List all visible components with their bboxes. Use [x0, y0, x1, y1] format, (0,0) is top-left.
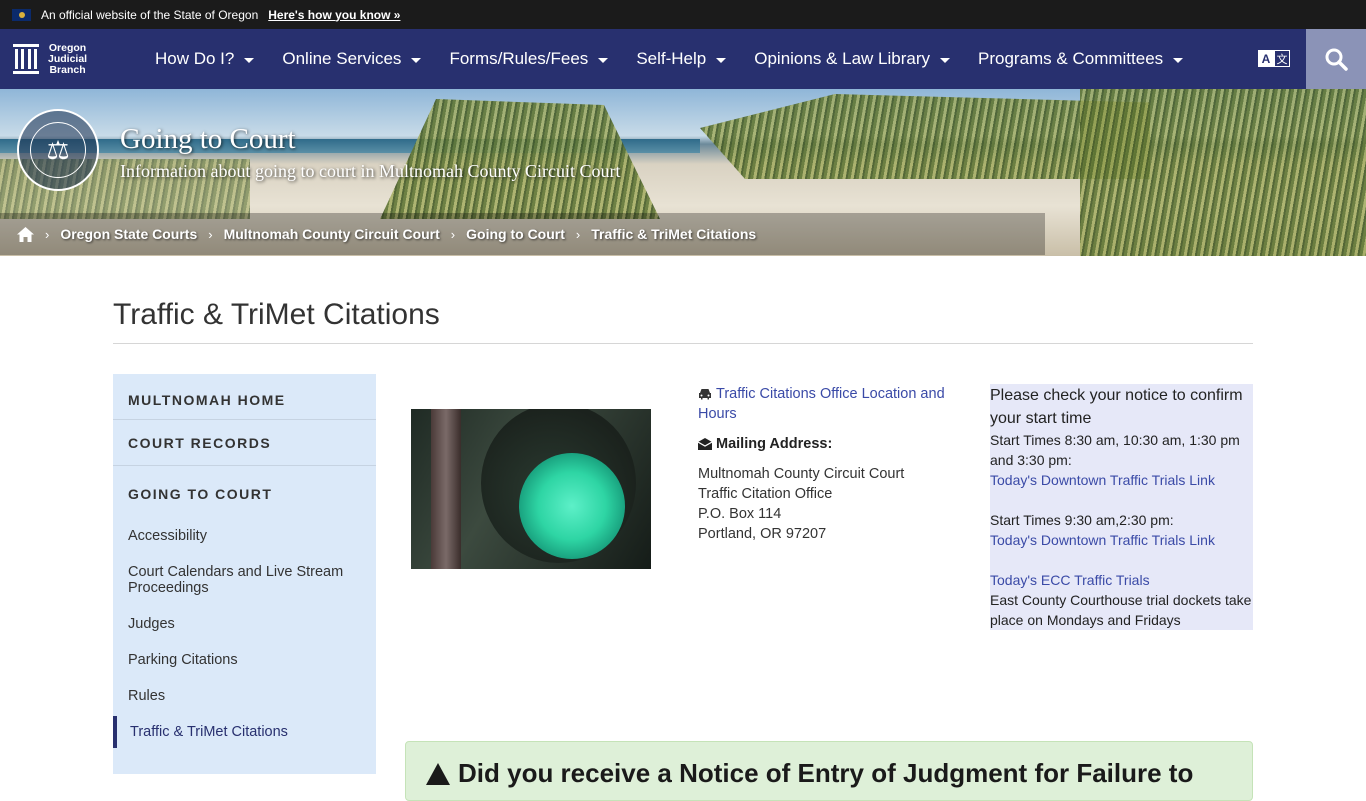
- nav-menu: How Do I? Online Services Forms/Rules/Fe…: [155, 29, 1211, 89]
- judicial-department-seal: ⚖: [17, 109, 99, 191]
- start-times-2: Start Times 9:30 am,2:30 pm:: [990, 512, 1174, 528]
- sidebar-multnomah-home[interactable]: MULTNOMAH HOME: [113, 374, 376, 420]
- hero-grass: [1080, 89, 1366, 256]
- caret-down-icon: [244, 57, 255, 63]
- address-line-2: Traffic Citation Office: [698, 486, 833, 502]
- translate-icon[interactable]: A 文: [1258, 50, 1290, 67]
- sidebar-item-judges[interactable]: Judges: [113, 616, 376, 632]
- office-address: Traffic Citations Office Location and Ho…: [698, 384, 948, 544]
- envelope-icon: [698, 438, 712, 450]
- nav-item-forms-rules-fees[interactable]: Forms/Rules/Fees: [449, 49, 609, 69]
- judgment-alert: Did you receive a Notice of Entry of Jud…: [405, 741, 1253, 801]
- how-you-know-link[interactable]: Here's how you know »: [268, 8, 400, 22]
- address-line-3: P.O. Box 114: [698, 506, 782, 522]
- breadcrumb-oregon-state-courts[interactable]: Oregon State Courts: [60, 226, 197, 242]
- chevron-right-icon: ›: [575, 226, 581, 242]
- search-button[interactable]: [1306, 29, 1366, 89]
- breadcrumb: › Oregon State Courts › Multnomah County…: [0, 213, 1045, 255]
- chevron-right-icon: ›: [450, 226, 456, 242]
- oregon-flag-icon: [12, 8, 31, 21]
- start-time-notice: Please check your notice to confirm your…: [990, 384, 1253, 630]
- hero-banner: ⚖ Going to Court Information about going…: [0, 89, 1366, 256]
- downtown-traffic-trials-link-1[interactable]: Today's Downtown Traffic Trials Link: [990, 470, 1253, 490]
- sidebar: MULTNOMAH HOME COURT RECORDS GOING TO CO…: [113, 374, 376, 774]
- caret-down-icon: [1173, 57, 1184, 63]
- chevron-right-icon: ›: [45, 226, 50, 242]
- warning-icon: [426, 763, 450, 785]
- title-divider: [113, 343, 1253, 344]
- nav-item-online-services[interactable]: Online Services: [282, 49, 422, 69]
- sidebar-item-traffic-trimet[interactable]: Traffic & TriMet Citations: [113, 716, 376, 748]
- sidebar-item-accessibility[interactable]: Accessibility: [113, 528, 376, 544]
- hero-title: Going to Court: [120, 123, 296, 155]
- nav-item-opinions-law-library[interactable]: Opinions & Law Library: [754, 49, 950, 69]
- car-icon: [699, 389, 711, 400]
- hero-grass: [380, 99, 660, 219]
- caret-down-icon: [716, 57, 727, 63]
- caret-down-icon: [598, 57, 609, 63]
- alert-text: Did you receive a Notice of Entry of Jud…: [458, 758, 1194, 788]
- caret-down-icon: [411, 57, 422, 63]
- courthouse-icon: [13, 44, 39, 74]
- nav-item-self-help[interactable]: Self-Help: [636, 49, 727, 69]
- sidebar-going-to-court[interactable]: GOING TO COURT: [113, 466, 376, 522]
- ecc-note: East County Courthouse trial dockets tak…: [990, 592, 1252, 628]
- main-nav: Oregon Judicial Branch How Do I? Online …: [0, 29, 1366, 89]
- traffic-office-location-link[interactable]: Traffic Citations Office Location and Ho…: [698, 386, 945, 422]
- page-title: Traffic & TriMet Citations: [113, 298, 440, 331]
- sidebar-court-records[interactable]: COURT RECORDS: [113, 420, 376, 466]
- logo-text: Oregon Judicial Branch: [48, 41, 88, 76]
- nav-item-programs-committees[interactable]: Programs & Committees: [978, 49, 1184, 69]
- sidebar-item-rules[interactable]: Rules: [113, 688, 376, 704]
- sidebar-item-parking-citations[interactable]: Parking Citations: [113, 652, 376, 668]
- caret-down-icon: [940, 57, 950, 63]
- hero-subtitle: Information about going to court in Mult…: [120, 161, 621, 181]
- official-site-text: An official website of the State of Oreg…: [41, 7, 259, 22]
- mailing-address-label: Mailing Address:: [716, 436, 833, 452]
- address-line-4: Portland, OR 97207: [698, 526, 827, 542]
- breadcrumb-current: Traffic & TriMet Citations: [591, 226, 757, 242]
- downtown-traffic-trials-link-2[interactable]: Today's Downtown Traffic Trials Link: [990, 530, 1253, 550]
- ecc-traffic-trials-link[interactable]: Today's ECC Traffic Trials: [990, 570, 1253, 590]
- sidebar-item-court-calendars[interactable]: Court Calendars and Live Stream Proceedi…: [113, 564, 376, 596]
- search-icon: [1325, 48, 1348, 71]
- breadcrumb-multnomah-county[interactable]: Multnomah County Circuit Court: [224, 226, 440, 242]
- nav-item-how-do-i[interactable]: How Do I?: [155, 49, 255, 69]
- notice-heading: Please check your notice to confirm your…: [990, 387, 1243, 427]
- breadcrumb-going-to-court[interactable]: Going to Court: [466, 226, 565, 242]
- address-line-1: Multnomah County Circuit Court: [698, 466, 905, 482]
- start-times-1: Start Times 8:30 am, 10:30 am, 1:30 pm a…: [990, 432, 1240, 468]
- chevron-right-icon: ›: [208, 226, 213, 242]
- home-icon[interactable]: [17, 226, 34, 242]
- traffic-light-image: [411, 409, 651, 569]
- official-site-banner: An official website of the State of Oreg…: [0, 0, 1366, 29]
- ojd-logo[interactable]: Oregon Judicial Branch: [0, 29, 100, 89]
